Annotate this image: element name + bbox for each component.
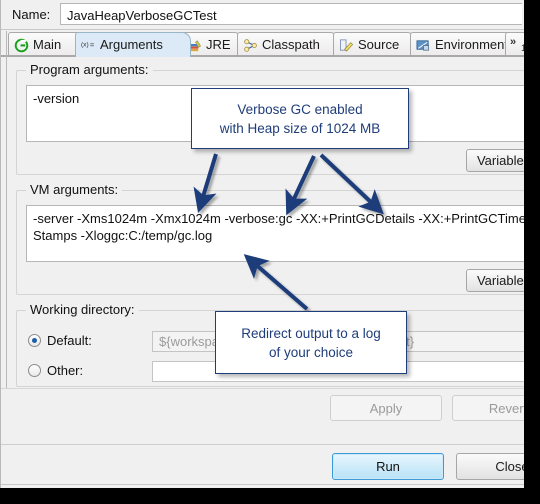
- tab-overflow-count: 1: [521, 43, 524, 53]
- apply-button[interactable]: Apply: [330, 395, 442, 421]
- classpath-icon: [243, 38, 258, 53]
- tab-source[interactable]: Source: [333, 32, 416, 57]
- callout-heap-line1: Verbose GC enabled: [237, 101, 363, 117]
- vm-arguments-group: VM arguments: -server -Xms1024m -Xmx1024…: [16, 183, 524, 295]
- launch-configuration-dialog: Name: Main (x) = Arguments: [0, 0, 524, 488]
- main-circle-icon: [14, 38, 29, 53]
- vm-arguments-textarea[interactable]: -server -Xms1024m -Xmx1024m -verbose:gc …: [26, 205, 524, 262]
- tab-strip: Main (x) = Arguments JRE Classpath Sourc…: [0, 31, 524, 57]
- svg-text:=: =: [90, 40, 95, 49]
- working-directory-default-radio[interactable]: Default:: [28, 333, 92, 348]
- source-pencil-icon: [339, 38, 354, 53]
- program-arguments-title: Program arguments:: [26, 63, 153, 77]
- svg-text:(x): (x): [81, 41, 89, 48]
- name-label: Name:: [12, 7, 51, 22]
- chevron-double-right-icon: »: [510, 36, 517, 48]
- configuration-name-input[interactable]: [60, 3, 522, 25]
- panel-left-border: [6, 31, 7, 388]
- working-directory-title: Working directory:: [26, 303, 139, 317]
- footer-divider-bottom: [0, 484, 524, 485]
- name-row-divider: [0, 29, 524, 30]
- arguments-xequals-icon: (x) =: [81, 38, 96, 53]
- environment-icon: [416, 38, 431, 53]
- radio-other-indicator[interactable]: [28, 364, 41, 377]
- tab-arguments-label: Arguments: [100, 37, 163, 52]
- callout-log-line1: Redirect output to a log: [241, 325, 381, 341]
- apply-revert-footer: Apply Revert: [0, 389, 524, 445]
- tab-source-label: Source: [358, 37, 400, 52]
- run-close-footer: Run Close: [0, 445, 524, 488]
- name-row: Name:: [0, 0, 524, 30]
- program-arguments-variables-button[interactable]: Variables...: [466, 149, 524, 172]
- callout-log: Redirect output to a log of your choice: [215, 311, 407, 374]
- callout-heap: Verbose GC enabled with Heap size of 102…: [191, 88, 409, 149]
- working-directory-other-radio[interactable]: Other:: [28, 363, 83, 378]
- vm-arguments-variables-button[interactable]: Variables...: [466, 269, 524, 292]
- tab-classpath[interactable]: Classpath: [237, 32, 339, 57]
- radio-default-indicator[interactable]: [28, 334, 41, 347]
- tab-environment-label: Environment: [435, 37, 508, 52]
- radio-default-label: Default:: [47, 333, 92, 348]
- revert-button[interactable]: Revert: [452, 395, 524, 421]
- close-button[interactable]: Close: [456, 453, 524, 480]
- dialog-left-border: [0, 0, 1, 488]
- tab-main-label: Main: [33, 37, 62, 52]
- callout-heap-line2: with Heap size of 1024 MB: [219, 120, 381, 136]
- tab-classpath-label: Classpath: [262, 37, 320, 52]
- tab-jre-label: JRE: [206, 37, 231, 52]
- tab-arguments[interactable]: (x) = Arguments: [75, 32, 191, 57]
- callout-log-line2: of your choice: [268, 344, 354, 360]
- vm-arguments-title: VM arguments:: [26, 183, 123, 197]
- run-button[interactable]: Run: [332, 453, 444, 480]
- tab-overflow-button[interactable]: » 1: [505, 32, 524, 57]
- radio-other-label: Other:: [47, 363, 84, 378]
